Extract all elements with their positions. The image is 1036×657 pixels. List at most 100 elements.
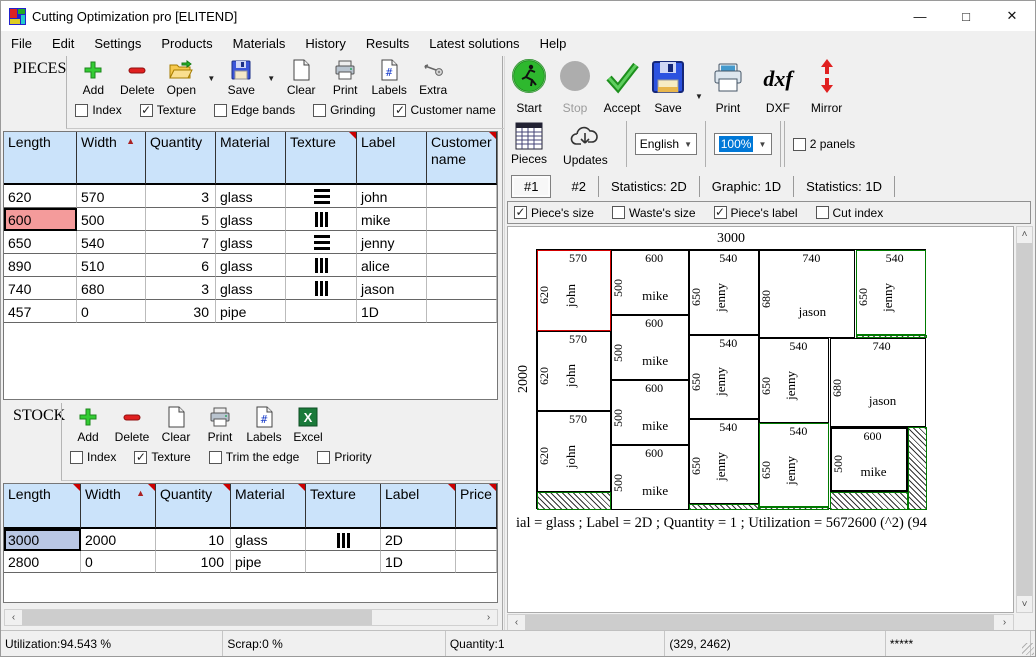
cell-width[interactable]: 540 [77,231,146,254]
excel-button[interactable]: XExcel [290,406,326,444]
cutting-sheet[interactable]: 570620john570620john570620john600500mike… [536,249,926,509]
cell-material[interactable]: glass [216,231,286,254]
checkbox-priority[interactable]: Priority [317,450,371,464]
column-header-quantity[interactable]: Quantity [156,484,231,529]
cell-material[interactable]: pipe [216,300,286,323]
cell-length[interactable]: 3000 [4,529,81,551]
checkbox-index[interactable]: Index [75,103,121,117]
checkbox-cut-index[interactable]: Cut index [816,206,884,220]
checkbox-box-icon[interactable] [317,451,330,464]
column-header-material[interactable]: Material [231,484,306,529]
close-button[interactable]: ✕ [989,1,1035,31]
chevron-down-icon[interactable]: ▼ [679,140,697,149]
zoom-select[interactable]: 100% ▼ [714,133,772,155]
checkbox-box-icon[interactable]: ✓ [393,104,406,117]
cell-customer[interactable] [427,208,497,231]
labels-button[interactable]: #Labels [246,406,282,444]
tab-statistics-1d[interactable]: Statistics: 1D [794,176,895,197]
add-button[interactable]: Add [70,406,106,444]
cell-label[interactable]: alice [357,254,427,277]
cell-customer[interactable] [427,277,497,300]
cell-customer[interactable] [427,300,497,323]
cell-quantity[interactable]: 100 [156,551,231,573]
dropdown-caret-icon[interactable]: ▼ [207,74,215,83]
checkbox-box-icon[interactable] [612,206,625,219]
right-vertical-scrollbar[interactable]: ˄ ˅ [1016,226,1033,613]
column-header-label[interactable]: Label [381,484,456,529]
diagram-piece-john[interactable]: 570620john [537,331,611,412]
column-header-price[interactable]: Price [456,484,497,529]
cell-material[interactable]: pipe [231,551,306,573]
cell-price[interactable] [456,551,497,573]
tab-statistics-2d[interactable]: Statistics: 2D [599,176,700,197]
cell-length[interactable]: 2800 [4,551,81,573]
print-button[interactable]: Print [711,62,745,115]
diagram-piece-jason[interactable]: 740680jason [830,338,926,426]
scroll-right-icon[interactable]: › [480,610,497,625]
checkbox-box-icon[interactable]: ✓ [134,451,147,464]
cell-quantity[interactable]: 6 [146,254,216,277]
column-header-width[interactable]: Width▲ [81,484,156,529]
cell-length[interactable]: 890 [4,254,77,277]
cell-customer[interactable] [427,231,497,254]
menu-item-products[interactable]: Products [151,32,222,55]
column-header-quantity[interactable]: Quantity [146,132,216,185]
cell-texture[interactable] [306,551,381,573]
column-header-label[interactable]: Label [357,132,427,185]
checkbox-box-icon[interactable] [313,104,326,117]
tab-graphic-1d[interactable]: Graphic: 1D [700,176,794,197]
table-row[interactable]: 6505407glass jenny [4,231,497,254]
column-header-material[interactable]: Material [216,132,286,185]
dropdown-caret-icon[interactable]: ▼ [267,74,275,83]
column-header-length[interactable]: Length [4,132,77,185]
cell-width[interactable]: 500 [77,208,146,231]
start-button[interactable]: Start [511,58,547,115]
menu-item-settings[interactable]: Settings [84,32,151,55]
cell-label[interactable]: 1D [357,300,427,323]
cell-texture[interactable] [286,231,357,254]
checkbox-texture[interactable]: ✓Texture [134,450,190,464]
checkbox-box-icon[interactable]: ✓ [714,206,727,219]
diagram-piece-jenny[interactable]: 540650jenny [689,250,759,335]
cell-length[interactable]: 457 [4,300,77,323]
cell-quantity[interactable]: 7 [146,231,216,254]
cell-texture[interactable] [286,254,357,277]
checkbox-customer-name[interactable]: ✓Customer name [393,103,495,117]
cell-texture[interactable] [286,300,357,323]
checkbox-grinding[interactable]: Grinding [313,103,375,117]
menu-item-file[interactable]: File [1,32,42,55]
chevron-down-icon[interactable]: ▼ [753,140,771,149]
extra-button[interactable]: Extra [415,59,451,97]
checkbox-edge-bands[interactable]: Edge bands [214,103,295,117]
cell-width[interactable]: 0 [77,300,146,323]
minimize-button[interactable]: — [897,1,943,31]
diagram-piece-mike[interactable]: 600500mike [611,445,689,510]
save-button[interactable]: Save [651,60,685,115]
cell-length[interactable]: 740 [4,277,77,300]
labels-button[interactable]: #Labels [371,59,407,97]
cell-material[interactable]: glass [216,254,286,277]
checkbox-waste-s-size[interactable]: Waste's size [612,206,696,220]
cell-quantity[interactable]: 30 [146,300,216,323]
diagram-piece-jenny[interactable]: 540650jenny [759,338,829,423]
diagram-piece-jenny[interactable]: 540650jenny [689,335,759,420]
left-horizontal-scrollbar[interactable]: ‹ › [4,609,498,626]
cell-texture[interactable] [286,208,357,231]
checkbox-box-icon[interactable]: ✓ [514,206,527,219]
checkbox-box-icon[interactable] [816,206,829,219]
menu-item-results[interactable]: Results [356,32,419,55]
checkbox-piece-s-label[interactable]: ✓Piece's label [714,206,798,220]
checkbox-index[interactable]: Index [70,450,116,464]
checkbox-box-icon[interactable] [70,451,83,464]
scroll-up-icon[interactable]: ˄ [1016,227,1033,242]
column-header-texture[interactable]: Texture [306,484,381,529]
cell-material[interactable]: glass [231,529,306,551]
cell-price[interactable] [456,529,497,551]
cell-length[interactable]: 650 [4,231,77,254]
checkbox-box-icon[interactable] [209,451,222,464]
dxf-button[interactable]: dxfDXF [755,64,801,115]
cell-label[interactable]: jenny [357,231,427,254]
checkbox-texture[interactable]: ✓Texture [140,103,196,117]
table-row[interactable]: 3000200010glass2D [4,529,497,551]
checkbox-box-icon[interactable] [75,104,88,117]
